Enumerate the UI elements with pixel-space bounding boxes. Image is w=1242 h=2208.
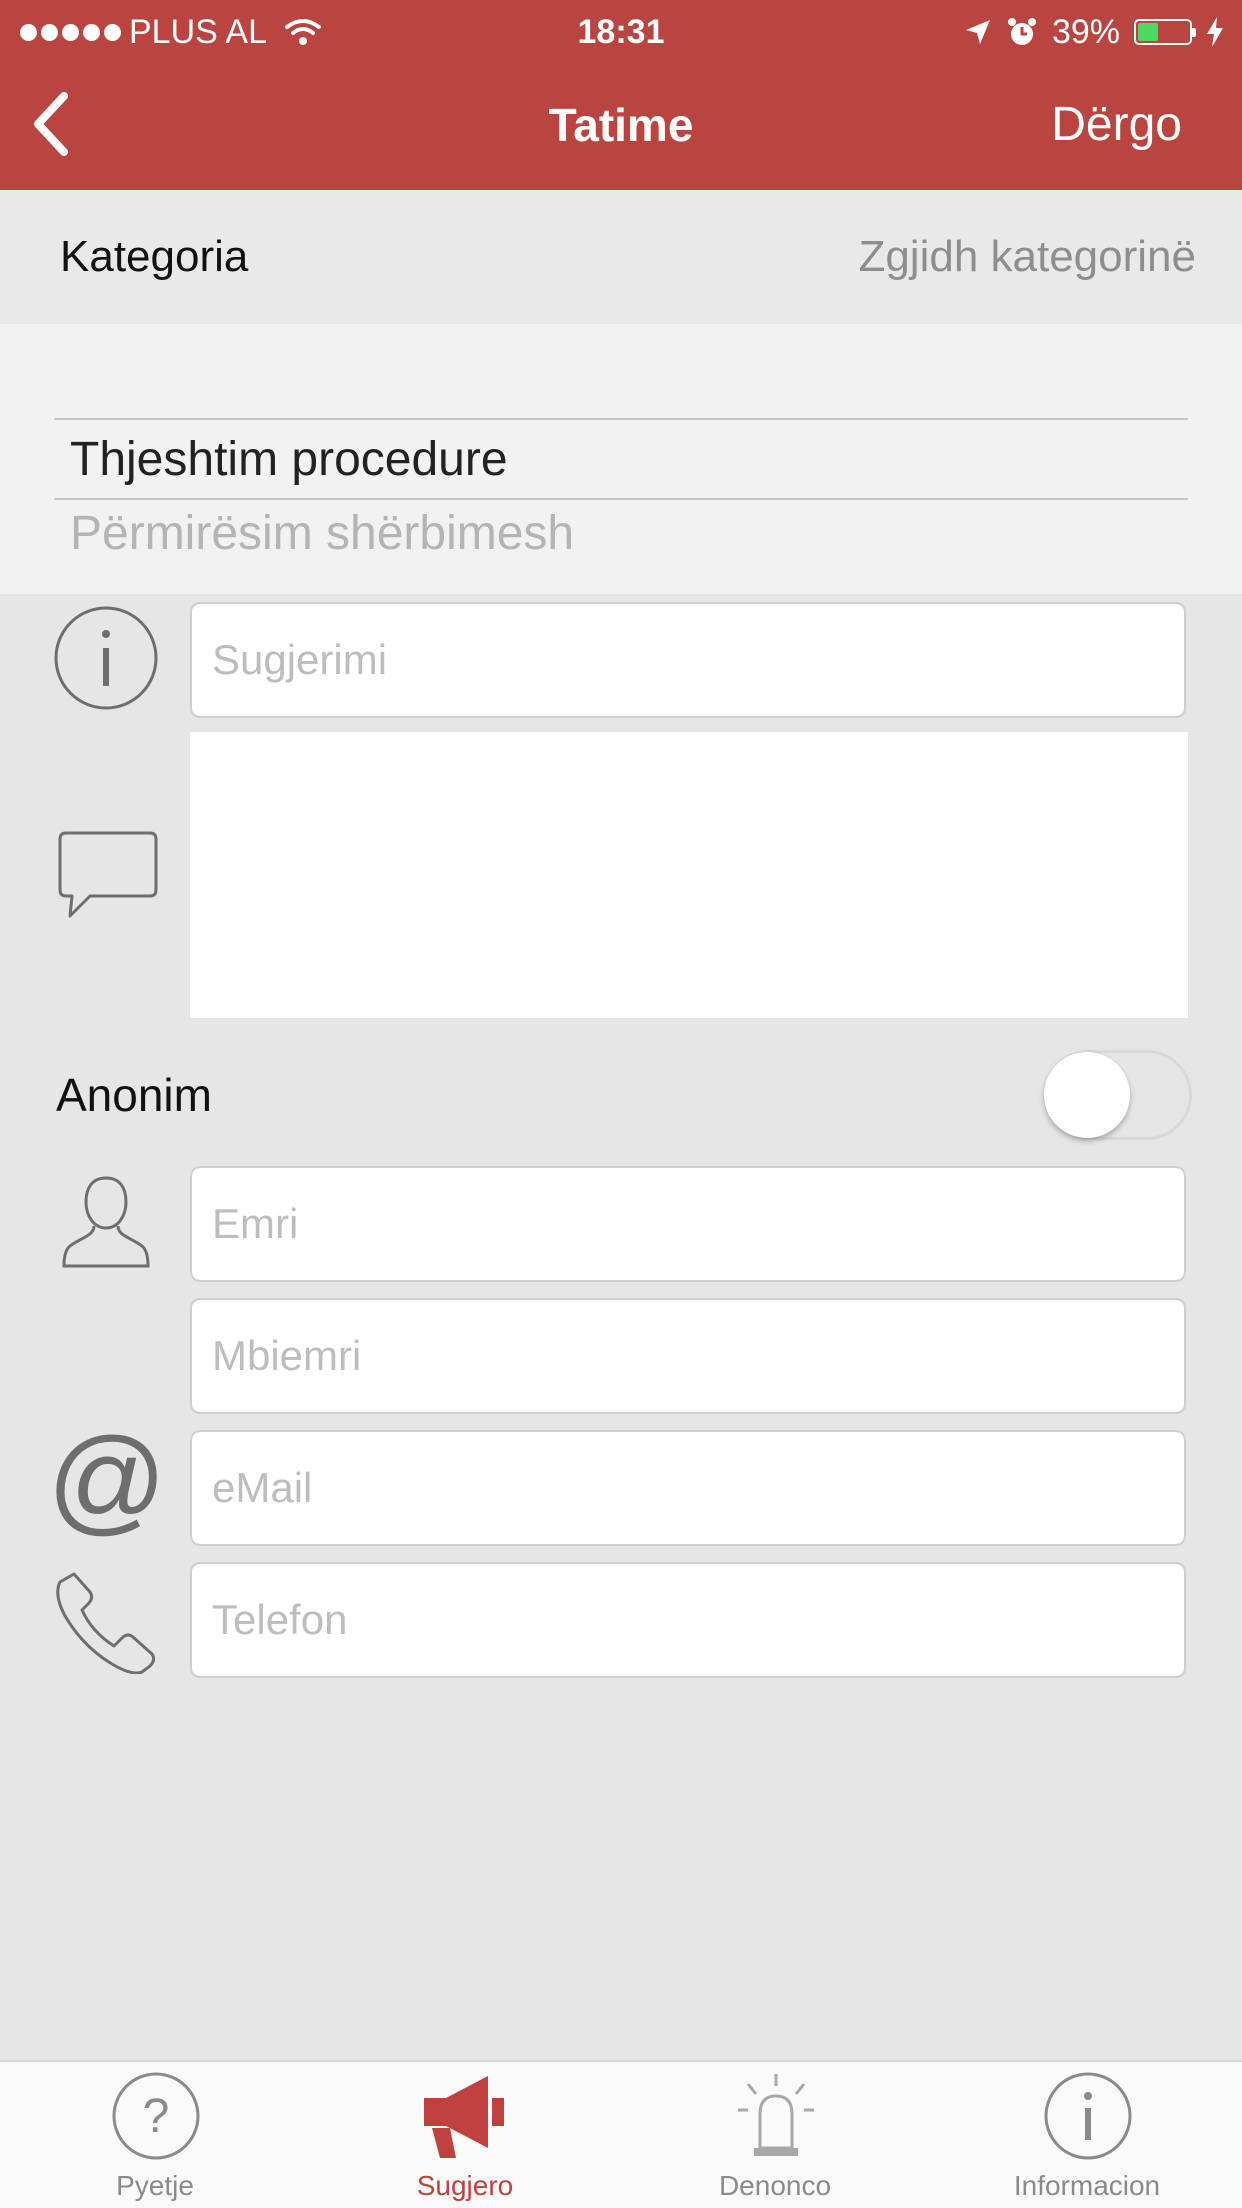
category-placeholder: Zgjidh kategorinë bbox=[858, 232, 1196, 281]
picker-option[interactable]: Përmirësim shërbimesh bbox=[70, 506, 574, 561]
info-icon bbox=[54, 606, 158, 710]
tab-questions[interactable]: ? Pyetje bbox=[0, 2060, 310, 2208]
toggle-knob[interactable] bbox=[1044, 1052, 1130, 1138]
tab-information[interactable]: Informacion bbox=[932, 2060, 1242, 2208]
phone-input[interactable]: Telefon bbox=[190, 1562, 1186, 1678]
suggestion-title-input[interactable]: Sugjerimi bbox=[190, 602, 1186, 718]
email-input[interactable]: eMail bbox=[190, 1430, 1186, 1546]
svg-text:?: ? bbox=[143, 2090, 170, 2143]
question-icon: ? bbox=[112, 2072, 200, 2160]
first-name-input[interactable]: Emri bbox=[190, 1166, 1186, 1282]
megaphone-icon bbox=[424, 2076, 504, 2158]
category-label: Kategoria bbox=[60, 232, 249, 281]
tab-suggest[interactable]: Sugjero bbox=[310, 2060, 620, 2208]
status-right: 39% bbox=[964, 12, 1224, 52]
category-picker[interactable]: Thjeshtim procedure Përmirësim shërbimes… bbox=[0, 324, 1242, 594]
tab-label: Sugjero bbox=[416, 2170, 514, 2201]
speech-bubble-icon bbox=[58, 831, 158, 918]
tab-label: Informacion bbox=[1013, 2170, 1161, 2201]
last-name-input[interactable]: Mbiemri bbox=[190, 1298, 1186, 1414]
send-button[interactable]: Dërgo bbox=[1051, 95, 1182, 155]
person-icon bbox=[62, 1176, 150, 1268]
alarm-icon bbox=[1007, 18, 1036, 45]
battery-icon bbox=[1134, 19, 1196, 45]
location-arrow-icon bbox=[965, 20, 990, 44]
tab-label: Pyetje bbox=[116, 2170, 194, 2201]
tab-report[interactable]: Denonco bbox=[620, 2060, 930, 2208]
tab-label: Denonco bbox=[718, 2170, 832, 2201]
picker-divider bbox=[54, 498, 1188, 500]
at-sign-icon: @ bbox=[54, 1434, 160, 1540]
picker-option-selected[interactable]: Thjeshtim procedure bbox=[70, 432, 508, 487]
picker-divider bbox=[54, 418, 1188, 420]
info-icon bbox=[1044, 2072, 1132, 2160]
svg-text:@: @ bbox=[54, 1434, 160, 1540]
anonymous-label: Anonim bbox=[56, 1069, 212, 1121]
battery-percent: 39% bbox=[1051, 12, 1120, 51]
phone-icon bbox=[56, 1572, 156, 1674]
category-row[interactable]: Kategoria Zgjidh kategorinë bbox=[0, 190, 1242, 324]
alarm-bell-icon bbox=[738, 2074, 814, 2156]
charging-bolt-icon bbox=[1207, 17, 1223, 47]
suggestion-text-area[interactable] bbox=[190, 732, 1188, 1018]
